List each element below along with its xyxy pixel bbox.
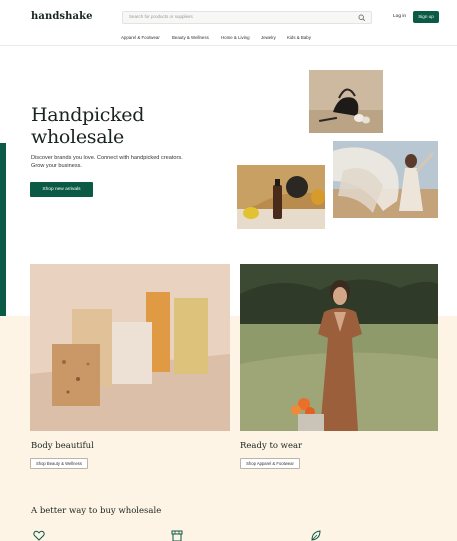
hero-title-line2: wholesale bbox=[31, 126, 124, 148]
signup-button[interactable]: Sign up bbox=[413, 11, 439, 23]
section-title: A better way to buy wholesale bbox=[31, 506, 162, 516]
search-icon[interactable] bbox=[358, 14, 366, 22]
card-photo-dress[interactable] bbox=[240, 264, 438, 431]
nav-item-beauty[interactable]: Beauty & Wellness bbox=[172, 35, 209, 40]
leaf-icon bbox=[311, 530, 321, 541]
nav-item-apparel[interactable]: Apparel & Footwear bbox=[121, 35, 160, 40]
hero-photo-bag[interactable] bbox=[309, 70, 383, 133]
logo[interactable]: handshake bbox=[31, 11, 93, 22]
nav-item-home[interactable]: Home & Living bbox=[221, 35, 250, 40]
heart-icon bbox=[33, 530, 45, 541]
login-link[interactable]: Log in bbox=[393, 14, 406, 19]
card-title-body-beautiful: Body beautiful bbox=[31, 441, 94, 451]
nav-item-kids[interactable]: Kids & Baby bbox=[287, 35, 311, 40]
shop-apparel-button[interactable]: Shop Apparel & Footwear bbox=[240, 458, 300, 469]
shop-new-arrivals-button[interactable]: Shop new arrivals bbox=[30, 182, 93, 197]
hero-subtitle: Discover brands you love. Connect with h… bbox=[31, 155, 183, 169]
hero-photo-fabric[interactable] bbox=[333, 141, 438, 218]
hero-title: Handpicked wholesale bbox=[31, 104, 144, 148]
search-placeholder: Search for products or suppliers bbox=[129, 14, 193, 19]
shop-beauty-button[interactable]: Shop Beauty & Wellness bbox=[30, 458, 88, 469]
search-input[interactable]: Search for products or suppliers bbox=[122, 11, 372, 24]
storefront-icon bbox=[171, 530, 183, 541]
card-photo-soaps[interactable] bbox=[30, 264, 230, 431]
category-nav: Apparel & Footwear Beauty & Wellness Hom… bbox=[0, 32, 457, 46]
site-header: handshake Search for products or supplie… bbox=[0, 0, 457, 32]
card-title-ready-to-wear: Ready to wear bbox=[240, 441, 303, 451]
hero-title-line1: Handpicked bbox=[31, 104, 145, 126]
nav-item-jewelry[interactable]: Jewelry bbox=[261, 35, 276, 40]
hero-photo-bottle[interactable] bbox=[237, 165, 325, 229]
